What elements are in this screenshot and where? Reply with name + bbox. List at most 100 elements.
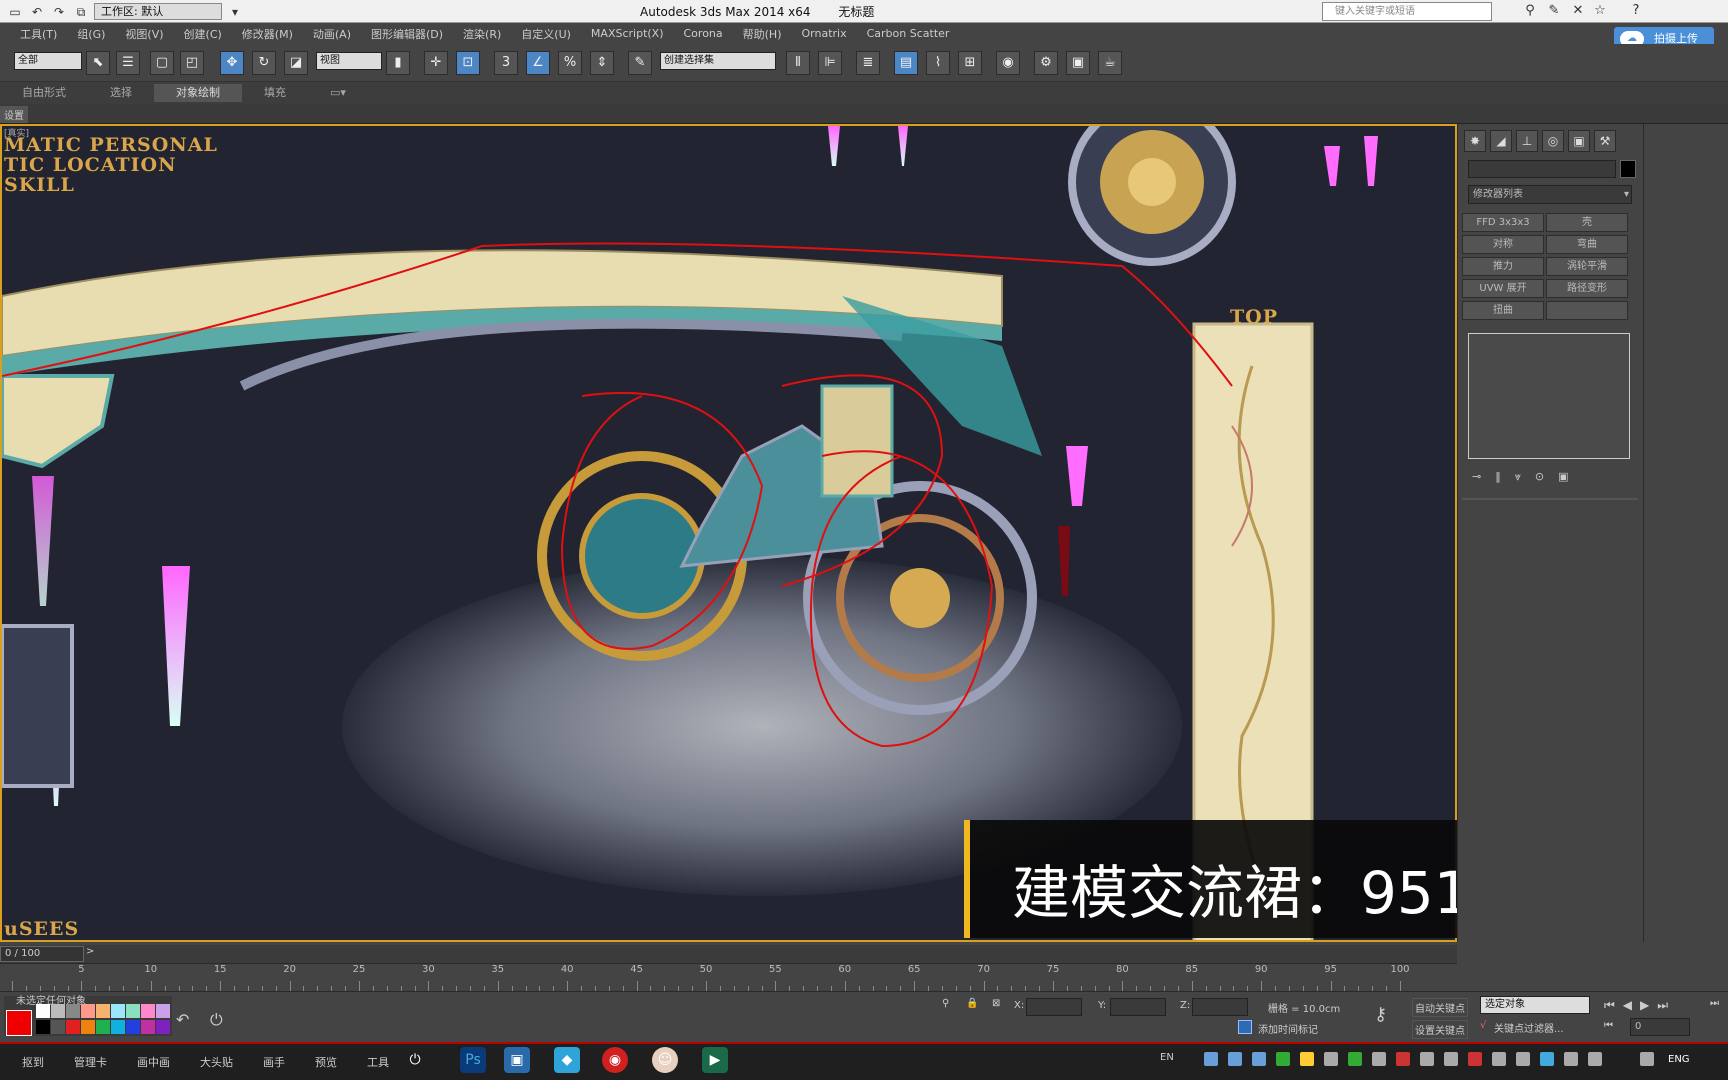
move-icon[interactable]: ✥: [220, 51, 244, 75]
time-slider[interactable]: 0 / 100 >: [0, 945, 1457, 963]
chevron-down-icon[interactable]: ▾: [226, 4, 244, 20]
power-icon[interactable]: ⏻: [210, 1010, 223, 1030]
auto-key-button[interactable]: 自动关键点: [1412, 998, 1468, 1017]
playback-controls[interactable]: ⏮◀▶⏭: [1604, 998, 1676, 1013]
tray-icon-8[interactable]: [1372, 1052, 1386, 1066]
menu-maxscript[interactable]: MAXScript(X): [591, 27, 664, 40]
curve-editor-icon[interactable]: ⌇: [926, 51, 950, 75]
mirror-icon[interactable]: ⫴: [786, 51, 810, 75]
tray-icon-6[interactable]: [1324, 1052, 1338, 1066]
create-tab-icon[interactable]: ✸: [1464, 130, 1486, 152]
ribbon-options-icon[interactable]: ▭▾: [308, 84, 368, 102]
palette-swatch[interactable]: [111, 1020, 125, 1034]
taskbar-item-preview[interactable]: 预览: [315, 1054, 337, 1070]
tray-icon-3[interactable]: [1252, 1052, 1266, 1066]
menu-create[interactable]: 创建(C): [184, 26, 222, 42]
taskbar-item-brush[interactable]: 画手: [263, 1054, 285, 1070]
menu-rendering[interactable]: 渲染(R): [463, 26, 501, 42]
menu-graph-editors[interactable]: 图形编辑器(D): [371, 26, 443, 42]
select-by-name-icon[interactable]: ☰: [116, 51, 140, 75]
modifier-list-dropdown[interactable]: 修改器列表 ▾: [1468, 185, 1632, 204]
modifier-button-uvw-unwrap[interactable]: UVW 展开: [1462, 279, 1544, 298]
palette-swatch[interactable]: [111, 1004, 125, 1018]
palette-swatch[interactable]: [36, 1020, 50, 1034]
absolute-mode-icon[interactable]: ⊠: [992, 998, 1000, 1009]
hierarchy-tab-icon[interactable]: ⊥: [1516, 130, 1538, 152]
current-color-swatch[interactable]: [6, 1010, 32, 1036]
language-indicator[interactable]: ENG: [1668, 1054, 1690, 1065]
netease-music-icon[interactable]: ◉: [602, 1047, 628, 1073]
tab-object-paint[interactable]: 对象绘制: [154, 84, 242, 102]
display-tab-icon[interactable]: ▣: [1568, 130, 1590, 152]
modifier-button-path-deform[interactable]: 路径变形: [1546, 279, 1628, 298]
ribbon-settings-label[interactable]: 设置: [0, 106, 28, 123]
spinner-snap-icon[interactable]: ⇕: [590, 51, 614, 75]
rendered-frame-icon[interactable]: ▣: [1066, 51, 1090, 75]
modifier-button-empty[interactable]: [1546, 301, 1628, 320]
menu-customize[interactable]: 自定义(U): [521, 26, 571, 42]
tab-selection[interactable]: 选择: [88, 84, 154, 102]
palette-swatch[interactable]: [51, 1004, 65, 1018]
palette-swatch[interactable]: [66, 1004, 80, 1018]
menu-views[interactable]: 视图(V): [125, 26, 163, 42]
search-input[interactable]: 键入关键字或短语: [1322, 2, 1492, 21]
tray-icon-13[interactable]: [1492, 1052, 1506, 1066]
palette-swatch[interactable]: [156, 1004, 170, 1018]
tray-icon-5[interactable]: [1300, 1052, 1314, 1066]
angle-snap-icon[interactable]: ∠: [526, 51, 550, 75]
tray-icon-16[interactable]: [1564, 1052, 1578, 1066]
menu-corona[interactable]: Corona: [684, 27, 723, 40]
hold-icon[interactable]: ⧉: [72, 4, 90, 20]
palette-swatch[interactable]: [141, 1004, 155, 1018]
time-slider-thumb[interactable]: 0 / 100: [0, 946, 84, 962]
menu-tools[interactable]: 工具(T): [20, 26, 57, 42]
tray-icon-15[interactable]: [1540, 1052, 1554, 1066]
align-icon[interactable]: ⊫: [818, 51, 842, 75]
tray-icon-2[interactable]: [1228, 1052, 1242, 1066]
isolate-icon[interactable]: ⚲: [942, 998, 949, 1009]
selection-filter-dropdown[interactable]: 全部: [14, 52, 82, 70]
modifier-button-symmetry[interactable]: 对称: [1462, 235, 1544, 254]
tray-icon-4[interactable]: [1276, 1052, 1290, 1066]
palette-swatch[interactable]: [51, 1020, 65, 1034]
object-name-field[interactable]: [1468, 160, 1616, 178]
modifier-button-ffd[interactable]: FFD 3x3x3: [1462, 213, 1544, 232]
select-object-icon[interactable]: ⬉: [86, 51, 110, 75]
palette-swatch[interactable]: [126, 1004, 140, 1018]
tray-icon-9[interactable]: [1396, 1052, 1410, 1066]
current-frame-field[interactable]: 0: [1630, 1018, 1690, 1036]
taskbar-item-pip[interactable]: 画中画: [137, 1054, 170, 1070]
modifier-button-twist[interactable]: 扭曲: [1462, 301, 1544, 320]
menu-ornatrix[interactable]: Ornatrix: [802, 27, 847, 40]
render-setup-icon[interactable]: ⚙: [1034, 51, 1058, 75]
tray-icon-14[interactable]: [1516, 1052, 1530, 1066]
new-file-icon[interactable]: ▭: [6, 4, 24, 20]
set-key-button[interactable]: 设置关键点: [1412, 1020, 1468, 1039]
schematic-view-icon[interactable]: ⊞: [958, 51, 982, 75]
undo-icon[interactable]: ↶: [28, 4, 46, 20]
tab-populate[interactable]: 填充: [242, 84, 308, 102]
key-filters-button[interactable]: 关键点过滤器...: [1494, 1020, 1564, 1035]
add-time-tag-button[interactable]: 添加时间标记: [1258, 1021, 1318, 1036]
stack-controls[interactable]: ⊸‖⩔⊙▣: [1472, 470, 1583, 484]
3dsmax-icon[interactable]: ◆: [554, 1047, 580, 1073]
palette-swatch[interactable]: [66, 1020, 80, 1034]
next-frame-icon[interactable]: >: [86, 946, 94, 957]
select-manipulate-icon[interactable]: ✛: [424, 51, 448, 75]
render-teapot-icon[interactable]: ☕: [1098, 51, 1122, 75]
help-icon[interactable]: ?: [1628, 3, 1644, 19]
layer-manager-icon[interactable]: ≣: [856, 51, 880, 75]
workspace-dropdown[interactable]: 工作区: 默认: [94, 3, 222, 20]
menu-help[interactable]: 帮助(H): [743, 26, 782, 42]
edit-named-selection-icon[interactable]: ✎: [628, 51, 652, 75]
photoshop-icon[interactable]: Ps: [460, 1047, 486, 1073]
named-selection-dropdown[interactable]: 创建选择集: [660, 52, 776, 70]
menu-group[interactable]: 组(G): [77, 26, 105, 42]
taskbar-item-tools[interactable]: 工具: [367, 1054, 389, 1070]
communication-icon[interactable]: ✎: [1546, 3, 1562, 19]
favorites-icon[interactable]: ☆: [1592, 3, 1608, 19]
key-icon[interactable]: ⚷: [1374, 1004, 1387, 1025]
exchange-icon[interactable]: ✕: [1570, 3, 1586, 19]
palette-swatch[interactable]: [156, 1020, 170, 1034]
avatar-app-icon[interactable]: ☺: [652, 1047, 678, 1073]
